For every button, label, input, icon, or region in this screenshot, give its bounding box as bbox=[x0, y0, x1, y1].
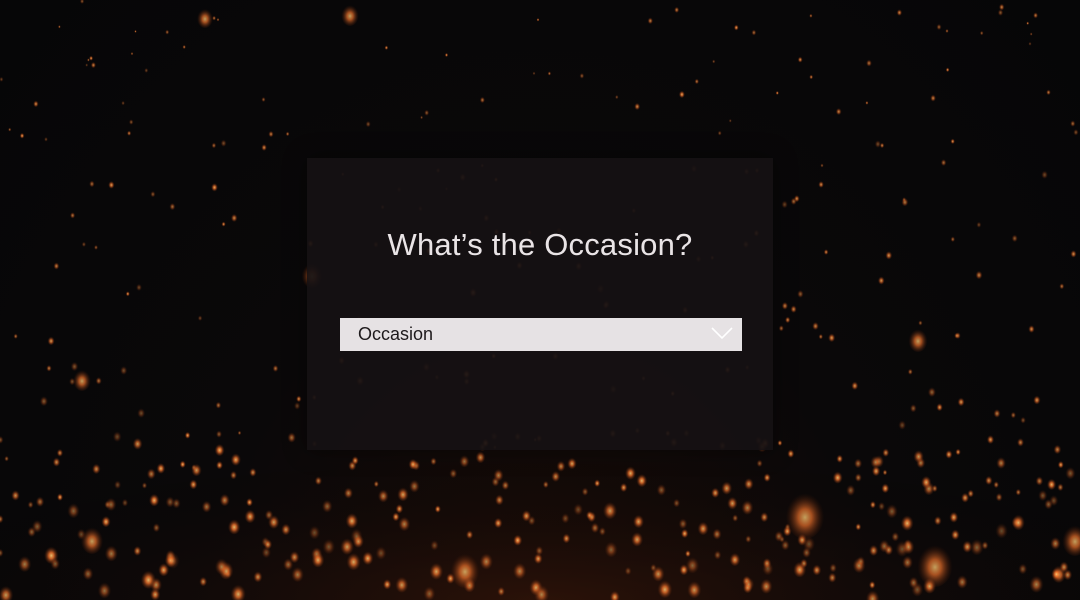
app-background: What’s the Occasion? Occasion bbox=[0, 0, 1080, 600]
occasion-dialog bbox=[307, 158, 773, 450]
occasion-select-value: Occasion bbox=[358, 324, 434, 344]
page-title: What’s the Occasion? bbox=[387, 227, 693, 262]
chevron-down-icon bbox=[711, 327, 733, 340]
occasion-select[interactable]: Occasion bbox=[340, 318, 742, 351]
